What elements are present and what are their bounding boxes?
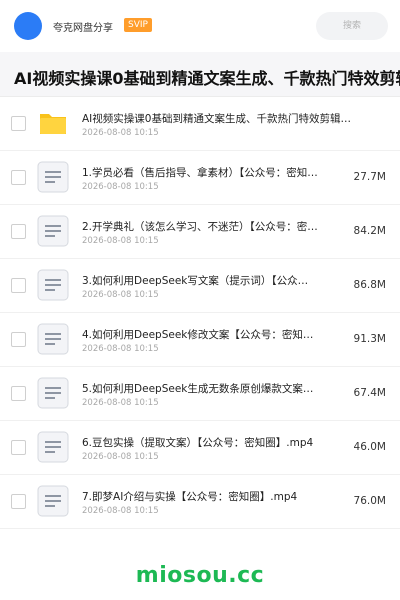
file-row[interactable]: 5.如何利用DeepSeek生成无数条原创爆款文案… 2026-08-08 10… (0, 366, 400, 421)
file-size: 86.8M (353, 279, 386, 291)
folder-title: AI视频实操课0基础到精通文案生成、千款热门特效剪辑、5大方向AI变现 (14, 69, 400, 88)
document-icon (37, 161, 69, 193)
document-icon (37, 323, 69, 355)
document-icon (37, 215, 69, 247)
folder-title-bar: AI视频实操课0基础到精通文案生成、千款热门特效剪辑、5大方向AI变现 (0, 52, 400, 97)
row-checkbox[interactable] (11, 440, 26, 455)
file-name: 6.豆包实操（提取文案）【公众号：密知圈】.mp4 (82, 437, 314, 449)
file-name: 2.开学典礼（该怎么学习、不迷茫）【公众号：密知圈… (82, 221, 322, 233)
file-row[interactable]: 4.如何利用DeepSeek修改文案【公众号：密知… 2026-08-08 10… (0, 312, 400, 367)
sharer-name: 夸克网盘分享 (53, 23, 113, 34)
file-row[interactable]: 6.豆包实操（提取文案）【公众号：密知圈】.mp4 2026-08-08 10:… (0, 420, 400, 475)
file-size: 76.0M (353, 495, 386, 507)
file-size: 27.7M (353, 171, 386, 183)
file-date: 2026-08-08 10:15 (82, 128, 159, 138)
file-row-folder[interactable]: AI视频实操课0基础到精通文案生成、千款热门特效剪辑… 2026-08-08 1… (0, 96, 400, 151)
search-input[interactable]: 搜索 (316, 12, 388, 40)
share-header: 夸克网盘分享 SVIP 搜索 (0, 0, 400, 52)
file-name: 5.如何利用DeepSeek生成无数条原创爆款文案… (82, 383, 314, 395)
watermark: miosou.cc (135, 563, 265, 588)
file-date: 2026-08-08 10:15 (82, 506, 159, 516)
file-name: 3.如何利用DeepSeek写文案（提示词）【公众… (82, 275, 309, 287)
document-icon (37, 431, 69, 463)
row-checkbox[interactable] (11, 278, 26, 293)
row-checkbox[interactable] (11, 386, 26, 401)
row-checkbox[interactable] (11, 494, 26, 509)
row-checkbox[interactable] (11, 116, 26, 131)
row-checkbox[interactable] (11, 170, 26, 185)
file-name: 1.学员必看（售后指导、拿素材）【公众号：密知圈】… (82, 167, 322, 179)
document-icon (37, 485, 69, 517)
document-icon (37, 377, 69, 409)
file-size: 91.3M (353, 333, 386, 345)
file-name: 4.如何利用DeepSeek修改文案【公众号：密知… (82, 329, 314, 341)
svip-badge: SVIP (124, 18, 152, 32)
avatar[interactable] (14, 12, 42, 40)
file-row[interactable]: 7.即梦AI介绍与实操【公众号：密知圈】.mp4 2026-08-08 10:1… (0, 474, 400, 529)
file-size: 46.0M (353, 441, 386, 453)
file-row[interactable]: 1.学员必看（售后指导、拿素材）【公众号：密知圈】… 2026-08-08 10… (0, 150, 400, 205)
file-date: 2026-08-08 10:15 (82, 290, 159, 300)
file-size: 84.2M (353, 225, 386, 237)
document-icon (37, 269, 69, 301)
row-checkbox[interactable] (11, 224, 26, 239)
file-row[interactable]: 3.如何利用DeepSeek写文案（提示词）【公众… 2026-08-08 10… (0, 258, 400, 313)
file-date: 2026-08-08 10:15 (82, 452, 159, 462)
file-name: 7.即梦AI介绍与实操【公众号：密知圈】.mp4 (82, 491, 298, 503)
file-date: 2026-08-08 10:15 (82, 182, 159, 192)
file-name: AI视频实操课0基础到精通文案生成、千款热门特效剪辑… (82, 113, 351, 125)
file-date: 2026-08-08 10:15 (82, 398, 159, 408)
file-row[interactable]: 2.开学典礼（该怎么学习、不迷茫）【公众号：密知圈… 2026-08-08 10… (0, 204, 400, 259)
file-date: 2026-08-08 10:15 (82, 236, 159, 246)
folder-icon (37, 107, 69, 139)
file-date: 2026-08-08 10:15 (82, 344, 159, 354)
file-size: 67.4M (353, 387, 386, 399)
row-checkbox[interactable] (11, 332, 26, 347)
